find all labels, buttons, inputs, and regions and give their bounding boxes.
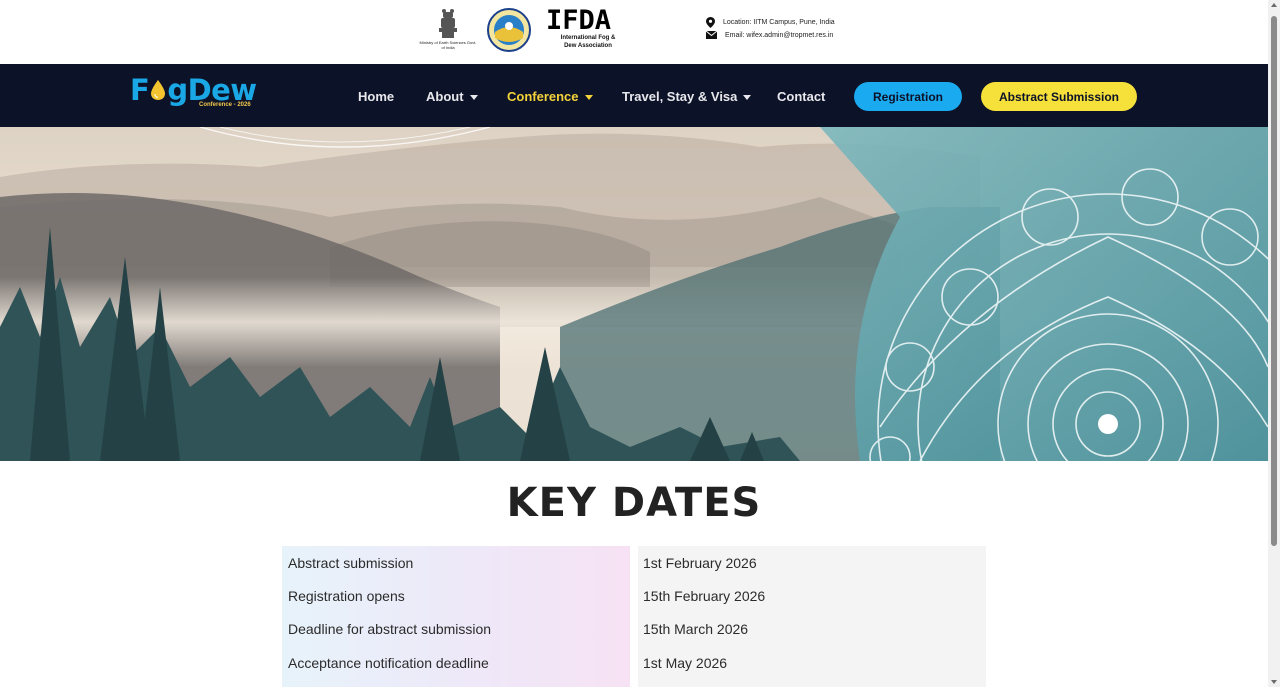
nav-conference[interactable]: Conference: [507, 89, 593, 104]
registration-button[interactable]: Registration: [854, 82, 962, 111]
location-info: Location: IITM Campus, Pune, India: [706, 17, 835, 28]
logo-subtitle: Conference - 2026: [199, 102, 251, 108]
scroll-up-arrow-icon[interactable]: [1271, 3, 1277, 7]
water-drop-icon: [151, 80, 166, 100]
nav-travel-label: Travel, Stay & Visa: [622, 89, 738, 104]
key-date-event: Acceptance notification deadline: [288, 655, 489, 671]
nav-contact-label: Contact: [777, 89, 826, 104]
envelope-icon: [706, 31, 717, 39]
email-text[interactable]: Email: wifex.admin@tropmet.res.in: [725, 32, 833, 39]
ministry-caption: Ministry of Earth Sciences Govt. of Indi…: [419, 40, 477, 50]
key-dates-dates-column: 1st February 2026 15th February 2026 15t…: [638, 546, 986, 687]
nav-home[interactable]: Home: [358, 89, 394, 104]
chevron-down-icon: [743, 94, 752, 100]
key-date-value: 15th March 2026: [643, 621, 749, 637]
nav-about-label: About: [426, 89, 464, 104]
key-date-event: Registration opens: [288, 588, 405, 604]
scroll-down-arrow-icon[interactable]: [1271, 680, 1277, 684]
nav-about[interactable]: About: [426, 89, 478, 104]
logo-letter-f: F: [130, 73, 150, 107]
chevron-down-icon: [469, 94, 478, 100]
nav-home-label: Home: [358, 89, 395, 104]
top-header: Ministry of Earth Sciences Govt. of Indi…: [0, 0, 1268, 64]
location-text: Location: IITM Campus, Pune, India: [723, 19, 835, 26]
key-date-value: 1st May 2026: [643, 655, 728, 671]
ifda-fullname: International Fog & Dew Association: [560, 35, 616, 49]
abstract-submission-button[interactable]: Abstract Submission: [981, 82, 1137, 111]
nav-contact[interactable]: Contact: [777, 89, 825, 104]
vertical-scrollbar[interactable]: [1268, 0, 1280, 687]
imd-seal-icon: [487, 8, 531, 52]
misty-forest-illustration: [0, 127, 1268, 461]
key-date-value: 15th February 2026: [643, 588, 766, 604]
page: Ministry of Earth Sciences Govt. of Indi…: [0, 0, 1268, 687]
chevron-down-icon: [584, 94, 593, 100]
ifda-logo-text: IFDA: [546, 5, 612, 36]
location-pin-icon: [706, 17, 715, 28]
key-dates-events-column: Abstract submission Registration opens D…: [282, 546, 630, 687]
key-date-event: Abstract submission: [288, 555, 414, 571]
nav-conference-label: Conference: [507, 89, 579, 104]
hero-banner: [0, 127, 1268, 461]
nav-travel-stay-visa[interactable]: Travel, Stay & Visa: [622, 89, 752, 104]
email-info[interactable]: Email: wifex.admin@tropmet.res.in: [706, 31, 833, 39]
scrollbar-thumb[interactable]: [1271, 16, 1277, 546]
key-dates-title: KEY DATES: [506, 480, 762, 526]
key-date-event: Deadline for abstract submission: [288, 621, 492, 637]
key-date-value: 1st February 2026: [643, 555, 757, 571]
